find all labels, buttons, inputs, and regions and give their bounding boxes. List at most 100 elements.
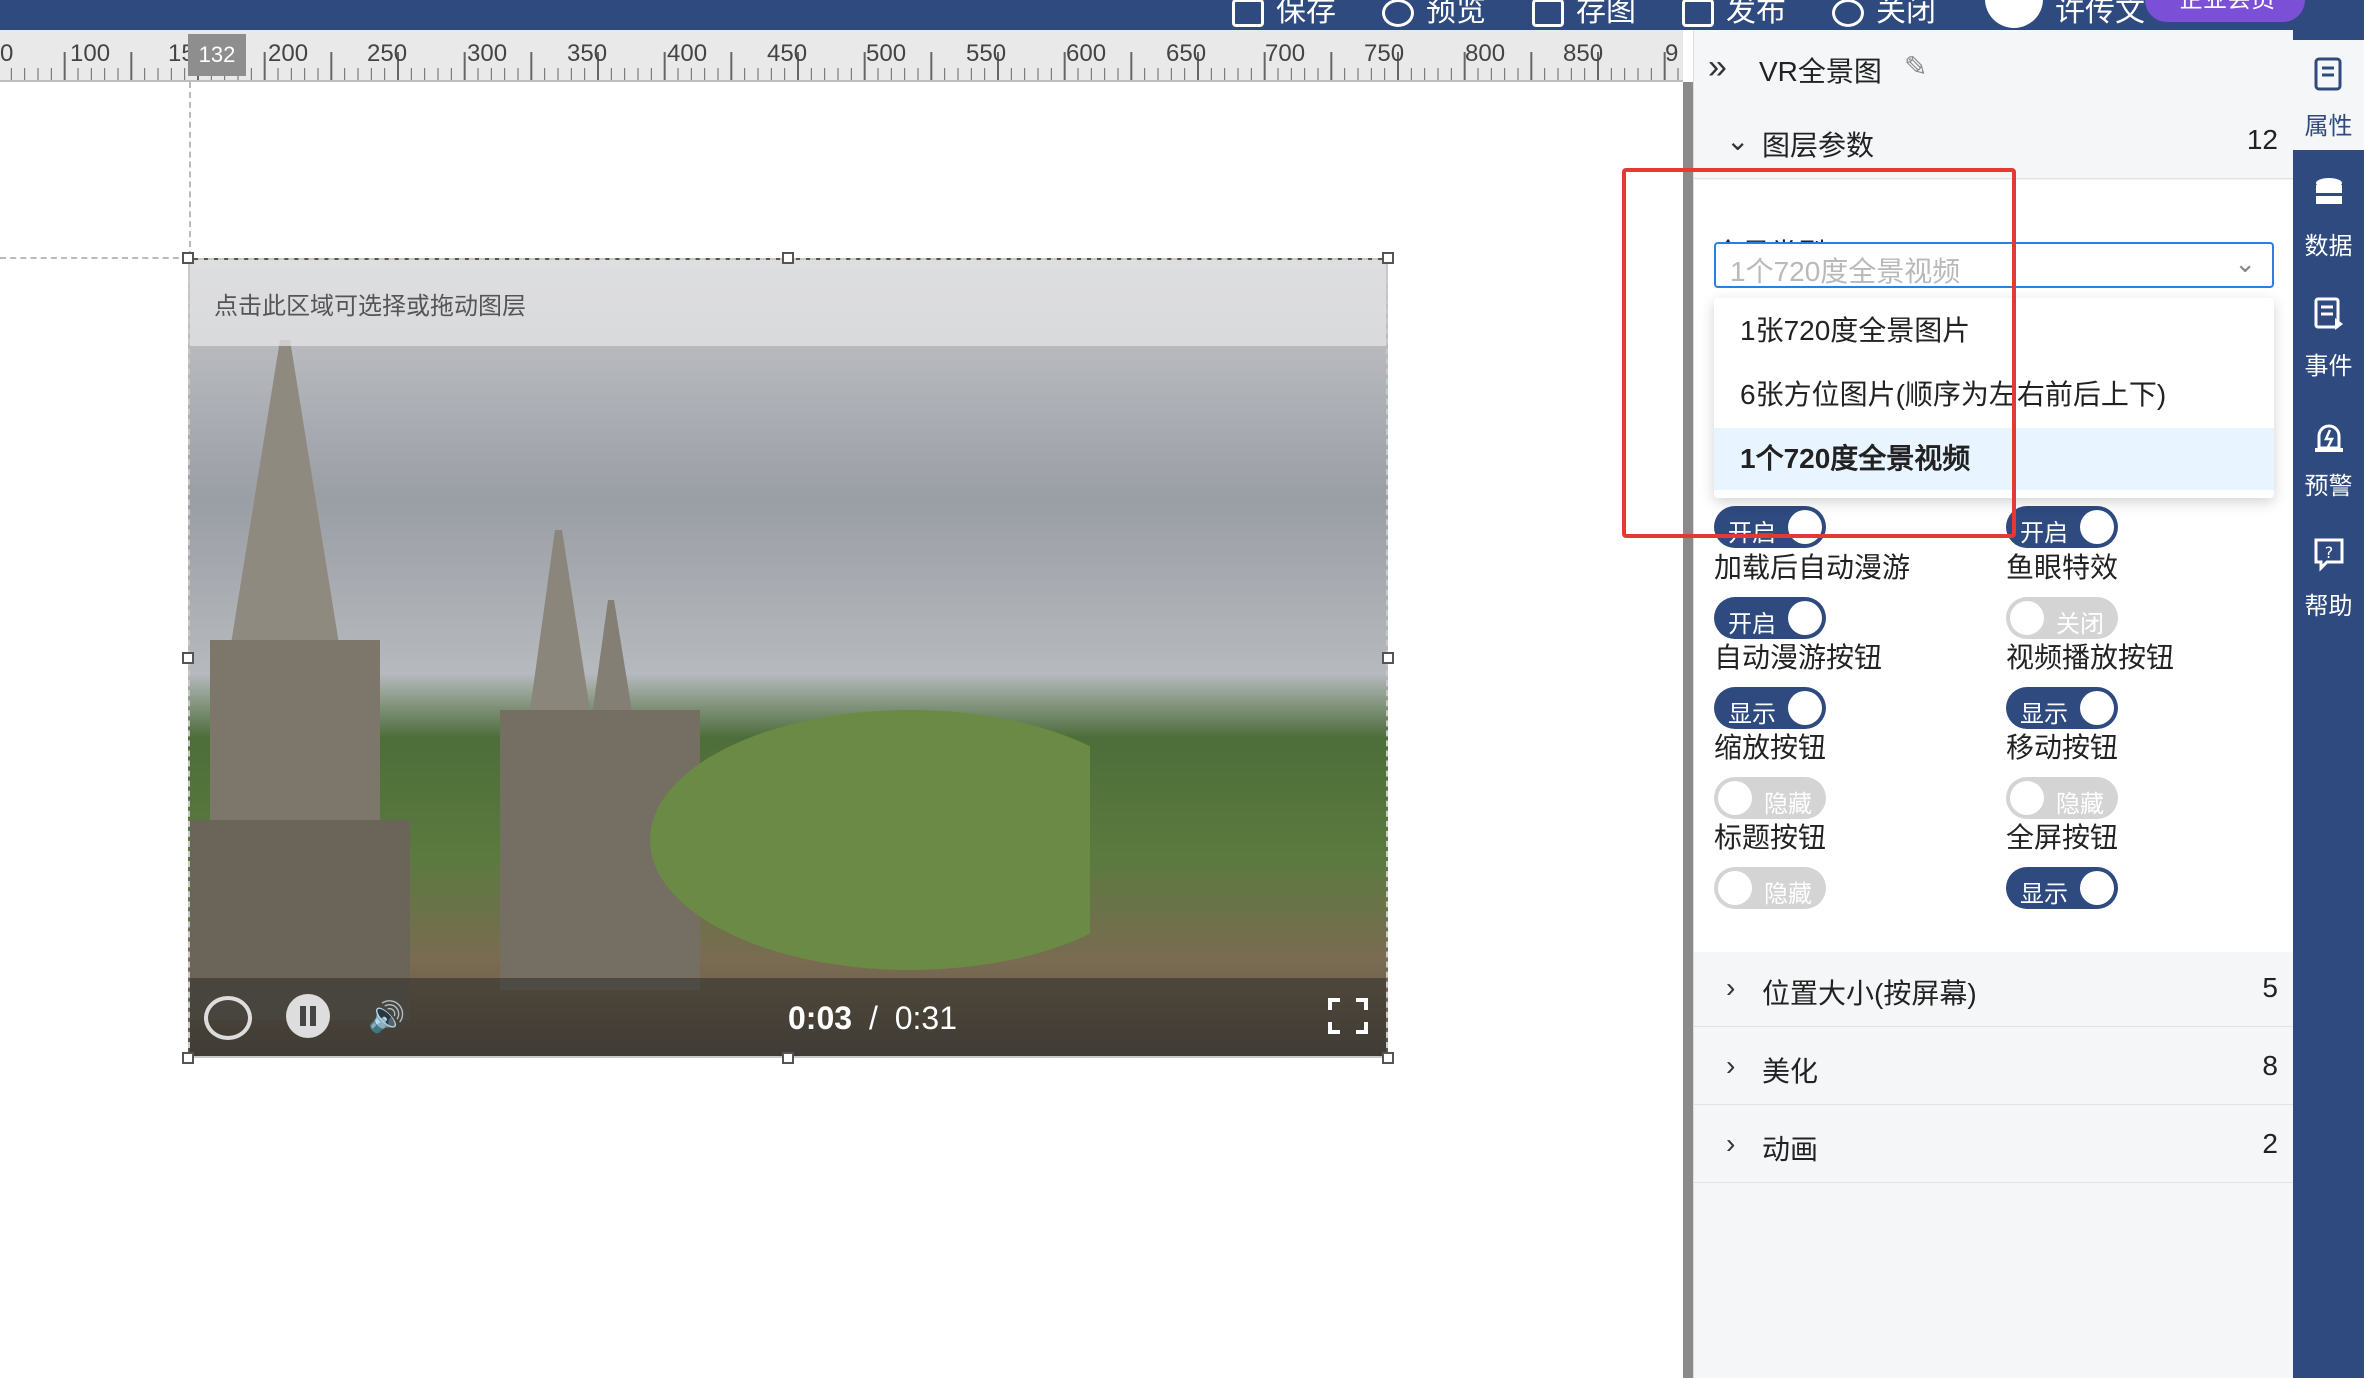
toggle-knob	[2080, 691, 2114, 725]
preview-icon	[1382, 0, 1414, 28]
section-label: 美化	[1762, 1056, 1819, 1087]
sidebar-item-properties[interactable]: 属性	[2293, 40, 2364, 150]
right-sidebar: 属性 数据 事件 预警 ? 帮助	[2293, 30, 2364, 1378]
toggle-state: 显示	[2020, 881, 2068, 908]
properties-icon	[2314, 57, 2342, 91]
svg-text:?: ?	[2325, 543, 2334, 562]
toggle-knob	[2010, 601, 2044, 635]
ruler-label: 400	[667, 40, 708, 67]
toggle-state: 开启	[1728, 611, 1776, 638]
resize-handle-bottom-right[interactable]	[1382, 1052, 1394, 1064]
toggle-knob	[2010, 781, 2044, 815]
toggle-switch[interactable]: 隐藏	[1714, 777, 1826, 819]
toggle-switch[interactable]: 开启	[1714, 597, 1826, 639]
sidebar-item-label: 数据	[2304, 233, 2353, 260]
fullscreen-icon[interactable]	[1328, 998, 1368, 1034]
section-label: 动画	[1762, 1134, 1819, 1165]
toggle-label: 移动按钮	[2006, 732, 2119, 763]
horizontal-ruler: 0100150200250300350400450500550600650700…	[0, 30, 1683, 82]
volume-icon[interactable]: 🔊	[368, 1000, 405, 1035]
toggle-state: 显示	[1728, 701, 1776, 728]
toggle-switch[interactable]: 显示	[1714, 687, 1826, 729]
database-icon	[2316, 178, 2342, 204]
vr-mode-icon[interactable]	[204, 996, 252, 1040]
sidebar-item-help[interactable]: ? 帮助	[2293, 520, 2364, 630]
resize-handle-bottom[interactable]	[782, 1052, 794, 1064]
resize-handle-top-left[interactable]	[182, 252, 194, 264]
ruler-position-marker: 132	[188, 34, 246, 76]
video-time: 0:03 / 0:31	[788, 1000, 957, 1037]
section-count: 8	[2262, 1050, 2278, 1081]
ruler-label: 600	[1066, 40, 1107, 67]
section-styling[interactable]: › 美化 8	[1694, 1030, 2294, 1105]
toggle-label: 加载后自动漫游	[1714, 552, 1911, 583]
panel-header: » VR全景图 ✎	[1694, 30, 2294, 105]
publish-icon	[1682, 0, 1714, 28]
toggle-label: 自动漫游按钮	[1714, 642, 1883, 673]
toggle-knob	[1718, 781, 1752, 815]
close-icon	[1832, 0, 1864, 28]
ruler-label: 750	[1364, 40, 1405, 67]
collapse-panel-icon[interactable]: »	[1708, 48, 1727, 87]
chevron-right-icon: ›	[1726, 1050, 1736, 1081]
export-image-icon	[1532, 0, 1564, 28]
toggle-switch[interactable]: 显示	[2006, 867, 2118, 909]
toggle-switch[interactable]: 隐藏	[1714, 867, 1826, 909]
section-animation[interactable]: › 动画 2	[1694, 1108, 2294, 1183]
scene-stupa	[190, 340, 410, 1020]
close-button[interactable]: 关闭	[1832, 0, 1936, 30]
section-position-size[interactable]: › 位置大小(按屏幕) 5	[1694, 952, 2294, 1027]
sidebar-item-events[interactable]: 事件	[2293, 280, 2364, 390]
ruler-label: 850	[1563, 40, 1604, 67]
toggle-switch[interactable]: 开启	[2006, 506, 2118, 548]
resize-handle-left[interactable]	[182, 652, 194, 664]
publish-button[interactable]: 发布	[1682, 0, 1786, 30]
toggle-state: 隐藏	[2056, 791, 2104, 818]
save-button[interactable]: 保存	[1232, 0, 1336, 30]
resize-handle-top[interactable]	[782, 252, 794, 264]
ruler-label: 350	[567, 40, 608, 67]
ruler-ticks	[10, 52, 1679, 80]
sidebar-item-data[interactable]: 数据	[2293, 160, 2364, 270]
upgrade-button[interactable]: 企业会员	[2145, 0, 2305, 22]
export-image-button[interactable]: 存图	[1532, 0, 1636, 30]
panel-title: VR全景图	[1759, 56, 1882, 87]
preview-button[interactable]: 预览	[1382, 0, 1486, 30]
section-count: 2	[2262, 1128, 2278, 1159]
time-separator: /	[868, 1000, 878, 1036]
toggle-switch[interactable]: 关闭	[2006, 597, 2118, 639]
section-label: 图层参数	[1762, 130, 1875, 161]
highlight-box	[1622, 168, 2016, 538]
resize-handle-right[interactable]	[1382, 652, 1394, 664]
sidebar-item-label: 帮助	[2304, 593, 2353, 620]
toggle-label: 鱼眼特效	[2006, 552, 2119, 583]
resize-handle-bottom-left[interactable]	[182, 1052, 194, 1064]
vr-panorama-layer[interactable]: 点击此区域可选择或拖动图层 🔊 0:03 / 0:31	[188, 258, 1388, 1058]
ruler-label: 650	[1166, 40, 1207, 67]
alarm-icon	[2315, 424, 2343, 452]
ruler-label: 550	[966, 40, 1007, 67]
section-count: 5	[2262, 972, 2278, 1003]
toggle-switch[interactable]: 显示	[2006, 687, 2118, 729]
ruler-label: 200	[268, 40, 309, 67]
sidebar-item-label: 属性	[2304, 113, 2353, 140]
ruler-label: 700	[1265, 40, 1306, 67]
toggle-state: 隐藏	[1764, 791, 1812, 818]
resize-handle-top-right[interactable]	[1382, 252, 1394, 264]
toggle-state: 显示	[2020, 701, 2068, 728]
video-controls: 🔊 0:03 / 0:31	[190, 978, 1386, 1056]
chevron-right-icon: ›	[1726, 1128, 1736, 1159]
pause-icon[interactable]	[286, 994, 330, 1038]
avatar[interactable]	[1985, 0, 2043, 28]
toggle-knob	[2080, 510, 2114, 544]
ruler-label: 9	[1665, 40, 1679, 67]
sidebar-item-label: 事件	[2304, 353, 2353, 380]
toggle-knob	[2080, 871, 2114, 905]
edit-title-icon[interactable]: ✎	[1904, 50, 1927, 83]
toggle-label: 全屏按钮	[2006, 822, 2119, 853]
guide-line-vertical	[189, 82, 191, 257]
ruler-label: 250	[367, 40, 408, 67]
toggle-switch[interactable]: 隐藏	[2006, 777, 2118, 819]
user-name[interactable]: 许传文	[2055, 0, 2145, 30]
sidebar-item-alarm[interactable]: 预警	[2293, 400, 2364, 510]
